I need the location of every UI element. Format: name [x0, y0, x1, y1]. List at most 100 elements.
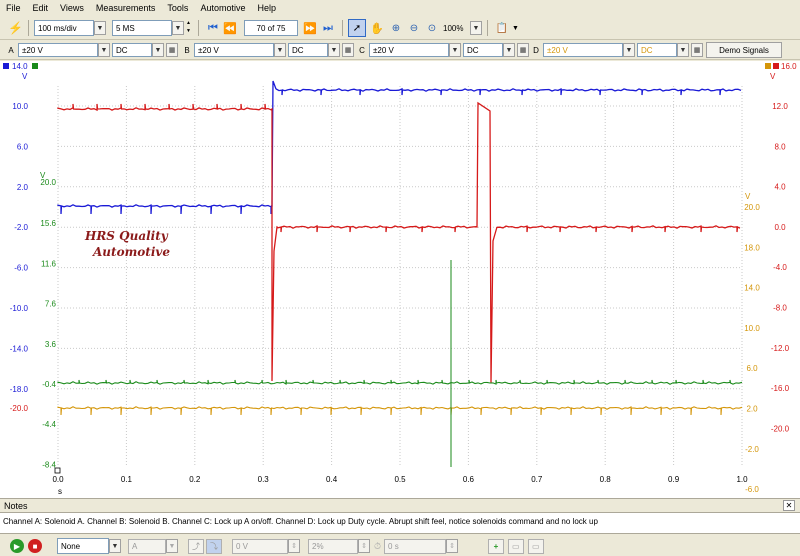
start-button[interactable]: ▶: [10, 538, 24, 554]
zoom-level[interactable]: 100%: [443, 19, 463, 37]
channel-c-range[interactable]: ±20 V: [369, 43, 449, 57]
chevron-down-icon[interactable]: ▼: [512, 25, 519, 32]
previous-buffer-button[interactable]: ⏪: [222, 19, 238, 37]
pretrigger[interactable]: 2% ⇕: [308, 538, 370, 554]
menu-measurements[interactable]: Measurements: [96, 3, 156, 13]
trigger-delay-value: 0 s: [384, 538, 447, 554]
chevron-down-icon[interactable]: ▼: [109, 539, 121, 553]
edit-measurement-button[interactable]: ▭: [508, 538, 524, 554]
options-icon: ▦: [168, 47, 176, 54]
stop-button[interactable]: ■: [28, 538, 42, 554]
spinner-icon[interactable]: ⇕: [358, 539, 370, 553]
channel-d-range[interactable]: ±20 V: [543, 43, 623, 57]
channel-b-trace[interactable]: [57, 101, 741, 384]
x-axis-tick-label: 0.9: [668, 475, 680, 484]
trigger-delay[interactable]: ⏱ 0 s ⇕: [374, 538, 459, 554]
channel-a-range[interactable]: ±20 V: [18, 43, 98, 57]
trigger-channel-select[interactable]: A ▼: [128, 538, 178, 554]
chevron-down-icon[interactable]: ▼: [470, 21, 482, 35]
delete-measurement-button[interactable]: ▭: [528, 538, 544, 554]
channel-d-options-button[interactable]: ▦: [691, 43, 703, 57]
chevron-down-icon[interactable]: ▼: [274, 43, 286, 57]
chevron-down-icon[interactable]: ▼: [94, 21, 106, 35]
menu-bar: File Edit Views Measurements Tools Autom…: [0, 0, 800, 16]
menu-edit[interactable]: Edit: [33, 3, 49, 13]
notes-close-button[interactable]: ✕: [783, 500, 795, 511]
zoom-dropdown[interactable]: ▼: [470, 19, 482, 37]
samples-spinner[interactable]: ▲ ▼: [186, 19, 191, 37]
add-measurement-button[interactable]: +: [488, 538, 504, 554]
chevron-down-icon[interactable]: ▼: [623, 43, 635, 57]
menu-file[interactable]: File: [6, 3, 21, 13]
options-icon: ▦: [519, 47, 527, 54]
channel-b-label: B: [184, 45, 190, 55]
properties-button[interactable]: 📋: [493, 19, 511, 37]
channel-d-scale-marker[interactable]: [765, 63, 771, 69]
spinner-icon[interactable]: ⇕: [288, 539, 300, 553]
channel-b-tick-label: 8.0: [774, 142, 786, 151]
channel-b-tick-label: -20.0: [10, 404, 29, 413]
demo-signals-button[interactable]: Demo Signals: [706, 42, 782, 58]
chevron-down-icon[interactable]: ▼: [328, 43, 340, 57]
channel-d-coupling[interactable]: DC: [637, 43, 677, 57]
channel-b-tick-label: -12.0: [771, 344, 790, 353]
hand-tool-button[interactable]: ✋: [369, 19, 385, 37]
spin-up-icon[interactable]: ▲: [186, 19, 191, 27]
separator: [28, 20, 29, 36]
timebase-select[interactable]: 100 ms/div ▼: [34, 19, 106, 37]
channel-a-coupling[interactable]: DC: [112, 43, 152, 57]
menu-help[interactable]: Help: [257, 3, 276, 13]
rising-edge-icon: ⤴: [188, 538, 204, 554]
channel-b-options-button[interactable]: ▦: [342, 43, 354, 57]
skip-first-icon: ⏮: [208, 21, 218, 34]
channel-b-scale-max: 16.0: [781, 62, 797, 71]
properties-dropdown[interactable]: ▼: [512, 19, 519, 37]
zoom-out-button[interactable]: ⊖: [406, 19, 422, 37]
channel-c-coupling[interactable]: DC: [463, 43, 503, 57]
select-tool-button[interactable]: ➚: [348, 19, 366, 37]
chevron-down-icon[interactable]: ▼: [677, 43, 689, 57]
samples-select[interactable]: 5 MS ▼: [112, 19, 184, 37]
chevron-down-icon[interactable]: ▼: [449, 43, 461, 57]
main-toolbar: ⚡ 100 ms/div ▼ 5 MS ▼ ▲ ▼ ⏮ ⏪ 70 of 75 ⏩…: [0, 16, 800, 40]
first-buffer-button[interactable]: ⏮: [205, 19, 221, 37]
last-buffer-button[interactable]: ⏭: [320, 19, 336, 37]
next-buffer-button[interactable]: ⏩: [302, 19, 318, 37]
channel-a-scale-marker[interactable]: [3, 63, 9, 69]
x-axis-tick-label: 0.6: [463, 475, 475, 484]
chevron-down-icon[interactable]: ▼: [98, 43, 110, 57]
falling-edge-button[interactable]: ⤵: [206, 538, 222, 554]
chevron-down-icon[interactable]: ▼: [172, 21, 184, 35]
auto-setup-button[interactable]: ⚡: [8, 19, 23, 37]
trigger-mode-select[interactable]: None ▼: [57, 538, 121, 554]
zoom-fit-icon: ⊙: [427, 22, 437, 34]
channel-a-label: A: [8, 45, 14, 55]
rising-edge-button[interactable]: ⤴: [188, 538, 204, 554]
chevron-down-icon[interactable]: ▼: [152, 43, 164, 57]
channel-b-coupling[interactable]: DC: [288, 43, 328, 57]
channel-b-scale-marker[interactable]: [773, 63, 779, 69]
channel-b-range[interactable]: ±20 V: [194, 43, 274, 57]
zoom-level-value: 100%: [443, 23, 464, 33]
menu-tools[interactable]: Tools: [167, 3, 188, 13]
spin-down-icon[interactable]: ▼: [186, 27, 191, 35]
channel-c-tick-label: -8.4: [42, 460, 56, 469]
chevron-down-icon[interactable]: ▼: [166, 539, 178, 553]
buffer-position[interactable]: 70 of 75: [244, 19, 298, 37]
zoom-fit-button[interactable]: ⊙: [424, 19, 440, 37]
zoom-in-button[interactable]: ⊕: [388, 19, 404, 37]
trigger-threshold[interactable]: 0 V ⇕: [232, 538, 300, 554]
channel-c-scale-marker[interactable]: [32, 63, 38, 69]
spinner-icon[interactable]: ⇕: [446, 539, 459, 553]
channel-c-tick-label: 11.6: [41, 259, 57, 268]
channel-a-options-button[interactable]: ▦: [166, 43, 178, 57]
trigger-toolbar: ▶ ■ None ▼ A ▼ ⤴ ⤵ 0 V ⇕ 2% ⇕ ⏱ 0 s ⇕ + …: [0, 535, 800, 556]
menu-views[interactable]: Views: [60, 3, 84, 13]
channel-c-options-button[interactable]: ▦: [517, 43, 529, 57]
chevron-down-icon[interactable]: ▼: [503, 43, 515, 57]
menu-automotive[interactable]: Automotive: [200, 3, 245, 13]
channel-c-tick-label: -4.4: [42, 420, 56, 429]
notes-text[interactable]: Channel A: Solenoid A. Channel B: Soleno…: [0, 512, 800, 534]
channel-a-tick-label: -6.0: [14, 264, 28, 273]
scope-view[interactable]: 14.0 16.0 V V V V 10.0 6.0 2.0 -2.0 -6.0 -10.…: [0, 61, 800, 498]
